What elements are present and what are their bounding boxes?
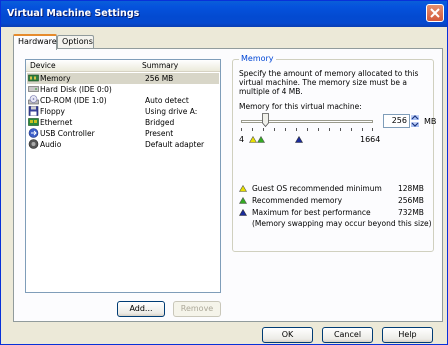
device-row-ethernet[interactable]: Ethernet Bridged <box>27 117 219 128</box>
cancel-button[interactable]: Cancel <box>322 327 373 343</box>
device-list[interactable]: Device Summary Memory 256 MB Hard Disk (… <box>25 59 221 293</box>
device-row-memory[interactable]: Memory 256 MB <box>27 73 219 84</box>
blue-triangle-icon <box>239 209 247 216</box>
tab-hardware[interactable]: Hardware <box>13 34 57 50</box>
device-row-hard-disk[interactable]: Hard Disk (IDE 0:0) <box>27 84 219 95</box>
column-device[interactable]: Device <box>30 61 56 70</box>
spin-down-button[interactable] <box>410 121 420 128</box>
cdrom-icon <box>28 95 39 105</box>
legend-maximum: Maximum for best performance 732MB <box>239 208 433 218</box>
arrow-down-icon <box>411 122 419 127</box>
memory-icon <box>28 74 39 82</box>
memory-field-label: Memory for this virtual machine: <box>239 102 362 111</box>
tab-options[interactable]: Options <box>57 35 94 49</box>
memory-unit-label: MB <box>424 117 437 126</box>
remove-button[interactable]: Remove <box>173 301 221 317</box>
green-triangle-icon <box>239 197 247 204</box>
memory-spinner <box>410 114 420 128</box>
close-button[interactable] <box>426 4 444 22</box>
memory-group-title: Memory <box>239 54 276 63</box>
window-title: Virtual Machine Settings <box>7 8 140 19</box>
max-performance-marker-icon <box>295 136 303 143</box>
add-button[interactable]: Add... <box>117 301 165 317</box>
recommended-marker-icon <box>257 136 265 143</box>
scale-max-label: 1664 <box>360 135 381 144</box>
memory-size-input[interactable]: 256 <box>383 114 410 128</box>
device-row-audio[interactable]: Audio Default adapter <box>27 139 219 150</box>
slider-ticks <box>241 128 373 131</box>
audio-icon <box>28 139 39 149</box>
floppy-icon <box>28 106 39 116</box>
spin-up-button[interactable] <box>410 114 420 121</box>
scale-min-label: 4 <box>239 135 245 144</box>
memory-description: Specify the amount of memory allocated t… <box>239 69 419 96</box>
ethernet-icon <box>28 118 39 126</box>
help-button[interactable]: Help <box>382 327 433 343</box>
close-icon <box>430 8 440 18</box>
title-bar[interactable]: Virtual Machine Settings <box>1 1 447 27</box>
usb-icon <box>28 128 39 138</box>
hard-disk-icon <box>28 86 39 92</box>
settings-window: Virtual Machine Settings Hardware Option… <box>0 0 448 345</box>
memory-slider-track[interactable] <box>241 120 373 123</box>
ok-button[interactable]: OK <box>262 327 313 343</box>
legend-recommended: Recommended memory 256MB <box>239 196 433 206</box>
device-row-floppy[interactable]: Floppy Using drive A: <box>27 106 219 117</box>
yellow-triangle-icon <box>239 185 247 192</box>
memory-slider-thumb[interactable] <box>262 113 269 127</box>
hardware-panel: Device Summary Memory 256 MB Hard Disk (… <box>13 48 443 322</box>
min-marker-icon <box>249 136 257 143</box>
device-row-usb-controller[interactable]: USB Controller Present <box>27 128 219 139</box>
device-row-cdrom[interactable]: CD-ROM (IDE 1:0) Auto detect <box>27 95 219 106</box>
column-summary[interactable]: Summary <box>142 61 178 70</box>
legend-minimum: Guest OS recommended minimum 128MB <box>239 184 433 194</box>
memory-groupbox: Memory Specify the amount of memory allo… <box>232 54 437 252</box>
list-header: Device Summary <box>26 60 220 72</box>
memory-swap-note: (Memory swapping may occur beyond this s… <box>252 219 432 228</box>
arrow-up-icon <box>411 115 419 120</box>
